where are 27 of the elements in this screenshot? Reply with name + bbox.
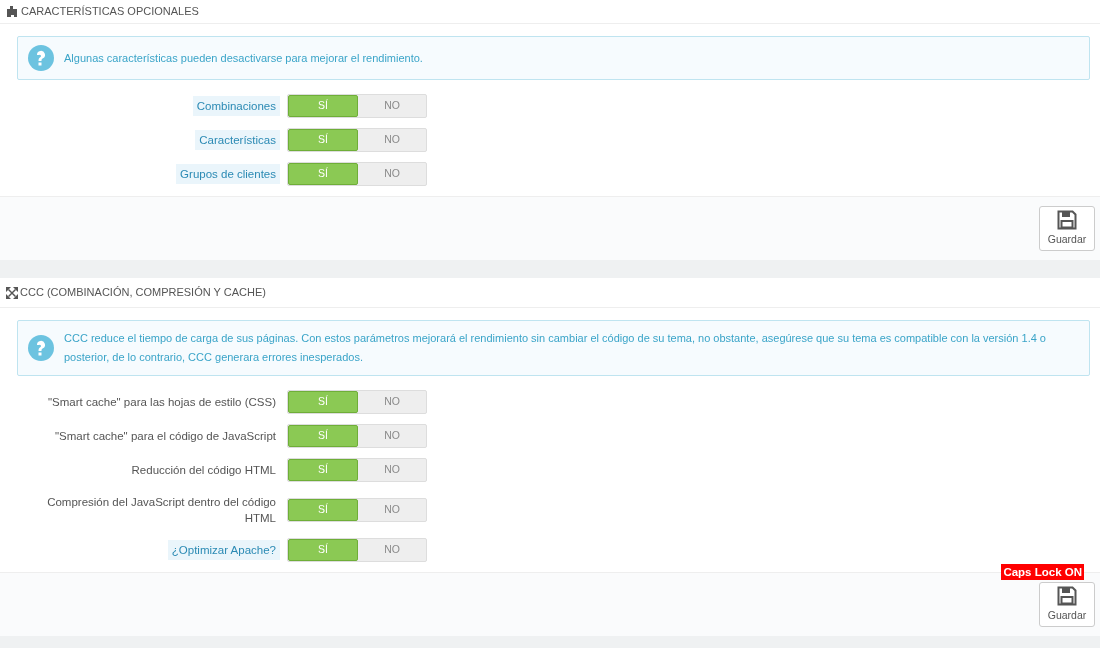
- field-label: "Smart cache" para las hojas de estilo (CSS): [46, 395, 277, 410]
- field-label: "Smart cache" para el código de JavaScript: [53, 429, 277, 444]
- hint-label[interactable]: Características: [195, 130, 280, 150]
- field-label: Reducción del código HTML: [130, 463, 277, 478]
- hint-label[interactable]: ¿Optimizar Apache?: [167, 540, 280, 560]
- yes-no-switch[interactable]: SÍ NO: [287, 498, 427, 522]
- section-title: CARACTERÍSTICAS OPCIONALES: [21, 4, 199, 20]
- hint-label[interactable]: Combinaciones: [192, 96, 280, 116]
- yes-no-switch[interactable]: SÍ NO: [287, 538, 427, 562]
- save-button[interactable]: Guardar: [1039, 582, 1095, 627]
- field-label: Compresión del JavaScript dentro del código HTML: [46, 495, 277, 526]
- section-title: CCC (COMBINACIÓN, COMPRESIÓN Y CACHE): [20, 285, 266, 301]
- question-icon: [28, 335, 54, 361]
- info-text: CCC reduce el tiempo de carga de sus páginas. Con estos parámetros mejorará el rendimiento sin cambiar el código de su tema, no obstante, asegúrese que su tema es compatible con la versión 1.4 o posterior, de lo contrario, CCC generara errores inesperados.: [64, 331, 1047, 365]
- hint-label[interactable]: Grupos de clientes: [176, 164, 280, 184]
- puzzle-icon: [6, 6, 19, 17]
- yes-no-switch[interactable]: SÍ NO: [287, 128, 427, 152]
- save-button[interactable]: Guardar: [1039, 206, 1095, 251]
- info-text: Algunas características pueden desactivarse para mejorar el rendimiento.: [64, 50, 423, 66]
- yes-no-switch[interactable]: SÍ NO: [287, 390, 427, 414]
- yes-no-switch[interactable]: SÍ NO: [287, 162, 427, 186]
- caps-lock-warning: Caps Lock ON: [1001, 564, 1084, 580]
- yes-no-switch[interactable]: SÍ NO: [287, 458, 427, 482]
- yes-no-switch[interactable]: SÍ NO: [287, 94, 427, 118]
- expand-arrows-icon: [6, 286, 18, 299]
- question-icon: [28, 45, 54, 71]
- yes-no-switch[interactable]: SÍ NO: [287, 424, 427, 448]
